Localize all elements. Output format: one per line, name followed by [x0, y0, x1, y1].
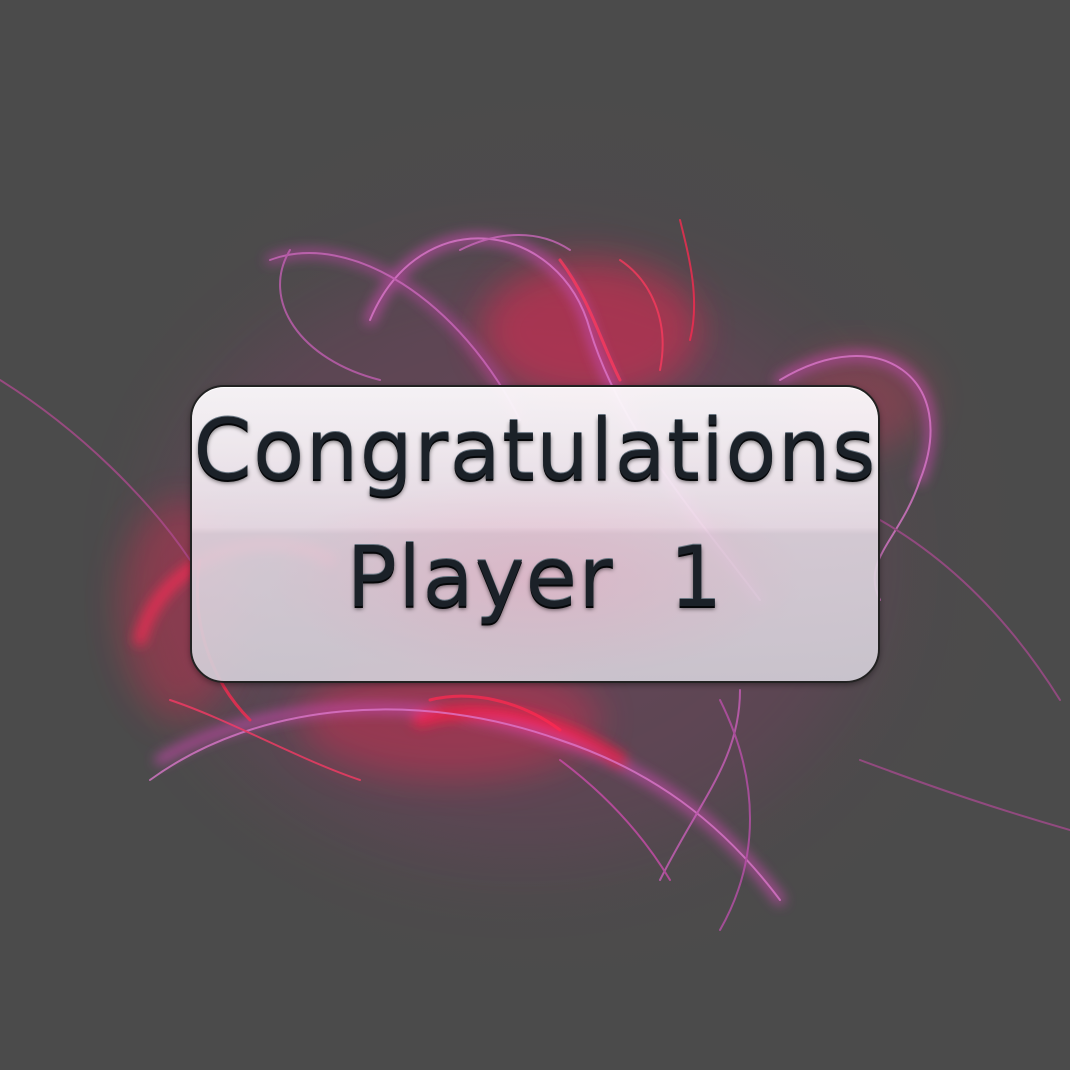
- victory-screen: Congratulations Player 1: [0, 0, 1070, 1070]
- congratulations-heading: Congratulations: [193, 401, 877, 499]
- winner-name: Player 1: [346, 528, 724, 626]
